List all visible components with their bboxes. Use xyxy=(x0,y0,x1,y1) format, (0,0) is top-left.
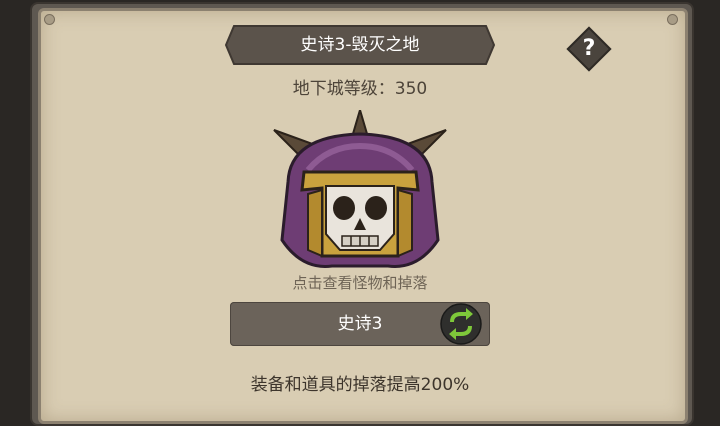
drop-bonus-text: 装备和道具的掉落提高200% xyxy=(250,375,470,395)
level-label: 地下城等级： xyxy=(292,79,395,99)
boss-hint: 点击查看怪物和掉落 xyxy=(292,274,428,292)
question-mark-icon: ? xyxy=(582,36,596,61)
frame-bolt xyxy=(44,14,55,25)
level-value: 350 xyxy=(394,79,428,99)
frame-bolt xyxy=(667,14,678,25)
title-banner: 史诗3-毁灭之地 xyxy=(224,24,496,66)
swap-mode-button[interactable] xyxy=(440,303,482,345)
boss-icon[interactable] xyxy=(268,106,452,280)
help-button[interactable]: ? xyxy=(566,26,612,72)
dungeon-level: 地下城等级：350 xyxy=(260,74,460,99)
dungeon-title: 史诗3-毁灭之地 xyxy=(300,35,420,55)
skull-helmet-icon xyxy=(273,106,447,268)
swap-arrows-icon xyxy=(440,303,482,345)
